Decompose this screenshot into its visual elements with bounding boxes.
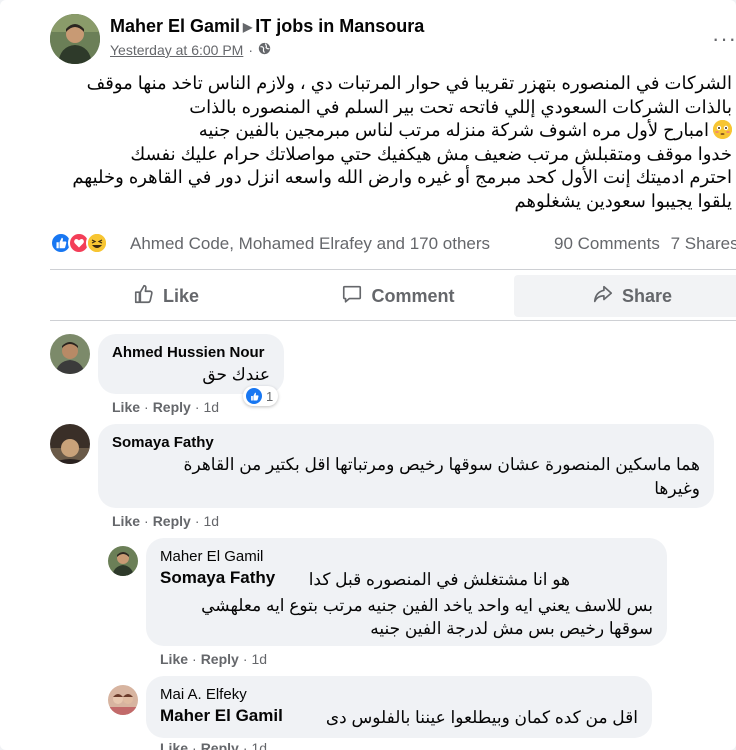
divider [50,269,736,270]
comments-count[interactable]: 90 Comments [554,234,660,253]
reply-reply-link[interactable]: Reply [201,740,239,750]
post-line: يلقوا يجيبوا سعودين يشغلوهم [514,190,732,211]
ellipsis-icon[interactable]: ··· [712,26,736,52]
post-line: احترم ادميتك إنت الأول كحد مبرمج أو غيره… [72,167,732,187]
caret-right-icon: ▶ [243,20,253,34]
meta-separator: · [248,42,254,58]
meta-separator: · [192,740,197,750]
meta-separator: · [194,513,200,529]
reply-meta: Like · Reply · 1d [160,651,267,667]
comment-meta: Like · Reply · 1d [112,399,219,415]
meta-separator: · [194,399,200,415]
comment-bubble-icon [341,283,363,310]
like-button-label: Like [162,285,200,306]
like-button[interactable]: Like [50,275,282,317]
post-card: Maher El Gamil ▶ IT jobs in Mansoura Yeste… [0,0,736,750]
globe-icon [258,42,271,58]
flushed-emoji-icon [713,120,732,139]
comment-age[interactable]: 1d [203,513,219,529]
post-time[interactable]: Yesterday at 6:00 PM [110,42,243,58]
haha-reaction-icon [86,232,108,254]
post-meta: Yesterday at 6:00 PM · [110,42,271,58]
meta-separator: · [144,399,149,415]
post-body: الشركات في المنصوره بتهزر تقريبا في حوار… [20,72,732,213]
reply-age[interactable]: 1d [251,740,267,750]
comment-like-link[interactable]: Like [112,513,140,529]
comment-age[interactable]: 1d [203,399,219,415]
commenter-avatar[interactable] [50,334,90,374]
author-avatar[interactable] [50,14,100,64]
post-actions-bar: Like Comment Share [50,275,736,317]
comment-reply-link[interactable]: Reply [153,399,191,415]
post-line: امبارح لأول مره اشوف شركة منزله مرتب لنا… [20,119,732,143]
comment-author[interactable]: Ahmed Hussien Nour [112,344,265,361]
post-line: بالذات الشركات السعودي إللي فاتحه تحت بي… [189,96,732,117]
reply-author[interactable]: Mai A. Elfeky [160,686,247,703]
share-button-label: Share [621,285,673,306]
meta-separator: · [242,651,248,667]
shares-count[interactable]: 7 Shares [671,234,736,253]
reply-like-link[interactable]: Like [160,740,188,750]
comment-reaction-badge[interactable]: 1 [243,386,279,406]
thumbs-up-icon [133,283,155,310]
reactions-summary[interactable]: Ahmed Code, Mohamed Elrafey and 170 othe… [50,232,490,254]
meta-separator: · [242,740,248,750]
reply-age[interactable]: 1d [251,651,267,667]
reply-meta: Like · Reply · 1d [160,740,267,750]
reply-like-link[interactable]: Like [160,651,188,667]
comment-reply-link[interactable]: Reply [153,513,191,529]
reply-text: هو انا مشتغلش في المنصوره قبل كدا [308,570,570,589]
post-line: الشركات في المنصوره بتهزر تقريبا في حوار… [86,73,732,93]
comment-button-label: Comment [371,285,455,306]
reply-text: بس للاسف يعني ايه واحد ياخد الفين جنيه م… [201,596,653,615]
like-reaction-icon [246,388,262,404]
comment-text: هما ماسكين المنصورة عشان سوقها رخيص ومرت… [183,455,700,474]
post-line: خدوا موقف ومتقبلش مرتب ضعيف مش هيكفيك حت… [130,143,732,164]
meta-separator: · [144,513,149,529]
reply-mention[interactable]: Somaya Fathy [160,568,275,588]
commenter-avatar[interactable] [50,424,90,464]
reply-mention[interactable]: Maher El Gamil [160,706,283,726]
comment-like-link[interactable]: Like [112,399,140,415]
comment-author[interactable]: Somaya Fathy [112,434,214,451]
divider [50,320,736,321]
share-button[interactable]: Share [514,275,736,317]
post-line-text: امبارح لأول مره اشوف شركة منزله مرتب لنا… [198,120,709,140]
share-arrow-icon [592,283,614,310]
reply-text: سوقها رخيص بس مش لدرجة الفين جنيه [370,619,653,638]
replier-avatar[interactable] [108,546,138,576]
meta-separator: · [192,651,197,667]
replier-avatar[interactable] [108,685,138,715]
post-header-title: Maher El Gamil ▶ IT jobs in Mansoura [110,16,424,37]
reply-author[interactable]: Maher El Gamil [160,548,263,565]
comment-text: عندك حق [202,365,270,384]
comment-meta: Like · Reply · 1d [112,513,219,529]
engagement-counts: 90 Comments 7 Shares [554,234,736,254]
reaction-count: 1 [266,388,274,404]
comment-text: وغيرها [654,479,700,498]
reply-reply-link[interactable]: Reply [201,651,239,667]
reply-text: اقل من كده كمان وبيطلعوا عيننا بالفلوس د… [325,708,638,727]
author-name[interactable]: Maher El Gamil [110,16,240,36]
comment-button[interactable]: Comment [282,275,514,317]
reactions-names[interactable]: Ahmed Code, Mohamed Elrafey and 170 othe… [130,234,490,254]
group-name[interactable]: IT jobs in Mansoura [255,16,424,36]
